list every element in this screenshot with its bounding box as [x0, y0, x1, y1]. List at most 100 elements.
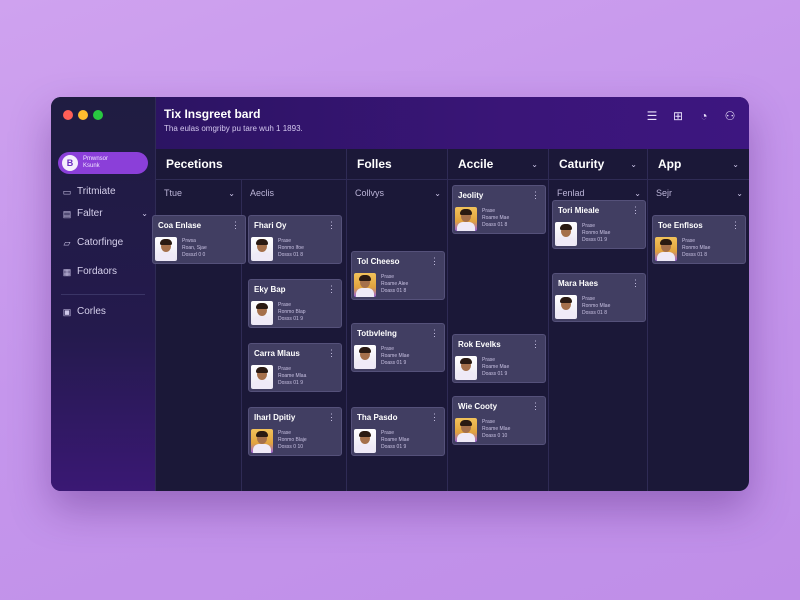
board-column: Sejr ⌄ Toe Enflsos ⋮ Prase Ronmo Mlae Dosss 01… — [648, 180, 749, 491]
board-column: Aeclis Fhari Oy ⋮ Prase Ronmo Ifoe Dosss 01 8… — [242, 180, 347, 491]
chevron-down-icon: ⌄ — [634, 188, 641, 198]
card-title: Toe Enflsos — [658, 221, 703, 230]
card-title: Totbvlelng — [357, 329, 397, 338]
kanban-window: B Pmwnsor Ksunk ▭ Tritmiate ▤ Falter ⌄ ▱… — [51, 97, 749, 491]
sidebar-active-line2: Ksunk — [83, 163, 100, 169]
group-header-pecetions[interactable]: Pecetions — [156, 149, 347, 180]
card-detail: Doass 01 9 — [482, 371, 508, 377]
card-detail: Roan, Sjae — [182, 245, 207, 251]
member-card[interactable]: Tha Pasdo ⋮ Prase Roame Mlae Doass 01 9 — [351, 407, 445, 456]
more-options-icon[interactable]: ⋮ — [430, 328, 439, 339]
more-options-icon[interactable]: ⋮ — [327, 412, 336, 423]
avatar — [455, 356, 477, 380]
avatar — [354, 273, 376, 297]
avatar — [555, 295, 577, 319]
more-options-icon[interactable]: ⋮ — [531, 190, 540, 201]
card-detail: Doass 01 9 — [381, 360, 407, 366]
member-card[interactable]: Tol Cheeso ⋮ Prase Roame Alee Doass 01 8 — [351, 251, 445, 300]
clock-icon[interactable]: ◔ — [697, 109, 711, 123]
more-options-icon[interactable]: ⋮ — [327, 220, 336, 231]
card-detail: Dosss 01 9 — [278, 380, 304, 386]
card-title: Rok Evelks — [458, 340, 501, 349]
sidebar-item-tritmiate[interactable]: ▭ Tritmiate — [62, 186, 148, 197]
chevron-down-icon: ⌄ — [141, 209, 148, 218]
sidebar-item-catorfinge[interactable]: ▱ Catorfinge — [62, 237, 148, 248]
card-detail: Doass 01 9 — [381, 444, 407, 450]
column-header[interactable]: Collvys ⌄ — [355, 188, 441, 198]
avatar — [555, 222, 577, 246]
sidebar-item-falter[interactable]: ▤ Falter ⌄ — [62, 208, 148, 219]
more-options-icon[interactable]: ⋮ — [430, 256, 439, 267]
card-detail: Ronmo Mlae — [682, 245, 711, 251]
card-detail: Prase — [278, 366, 292, 372]
member-card[interactable]: Eky Bap ⋮ Prase Ronmo Blap Dosss 01 9 — [248, 279, 342, 328]
avatar — [354, 429, 376, 453]
more-options-icon[interactable]: ⋮ — [631, 278, 640, 289]
avatar — [155, 237, 177, 261]
page-subtitle: Tha eulas omgriby pu tare wuh 1 1893. — [164, 124, 303, 133]
card-title: Carra Mlaus — [254, 349, 300, 358]
card-detail: Ronmo Blap — [278, 309, 306, 315]
avatar — [251, 429, 273, 453]
member-card[interactable]: Rok Evelks ⋮ Prase Roame Mae Doass 01 9 — [452, 334, 546, 383]
sidebar-active-item[interactable]: B Pmwnsor Ksunk — [58, 152, 148, 174]
chevron-down-icon: ⌄ — [228, 188, 235, 198]
column-header[interactable]: Fenlad ⌄ — [557, 188, 641, 198]
gift-icon[interactable]: ⊞ — [671, 109, 685, 123]
member-card[interactable]: Coa Enlase ⋮ Prwsa Roan, Sjae Dosszl 0 0 — [152, 215, 246, 264]
more-options-icon[interactable]: ⋮ — [631, 205, 640, 216]
card-detail: Dosss 01 9 — [278, 316, 304, 322]
card-detail: Prase — [381, 346, 395, 352]
group-header-caturity[interactable]: Caturity ⌄ — [549, 149, 648, 180]
more-options-icon[interactable]: ⋮ — [231, 220, 240, 231]
sidebar-item-fordaors[interactable]: ▦ Fordaors — [62, 266, 148, 277]
member-card[interactable]: Totbvlelng ⋮ Prase Roame Mlae Doass 01 9 — [351, 323, 445, 372]
list-icon[interactable]: ☰ — [645, 109, 659, 123]
user-icon[interactable]: ⚇ — [723, 109, 737, 123]
card-detail: Prase — [278, 302, 292, 308]
column-header[interactable]: Sejr ⌄ — [656, 188, 743, 198]
column-header-label: Collvys — [355, 188, 385, 198]
member-card[interactable]: Iharl Dpitiy ⋮ Prase Ronmo Blaje Dosss 0 10 — [248, 407, 342, 456]
group-header-label: Accile — [458, 157, 494, 171]
card-detail: Ronmo Mlae — [582, 303, 611, 309]
card-detail: Prase — [682, 238, 696, 244]
avatar — [455, 207, 477, 231]
column-header[interactable]: Aeclis — [250, 188, 340, 198]
card-detail: Dosss 01 8 — [278, 252, 304, 258]
card-detail: Dosszl 0 0 — [182, 252, 206, 258]
group-header-app[interactable]: App ⌄ — [648, 149, 749, 180]
member-card[interactable]: Tori Mieale ⋮ Prase Ronmo Mlae Dosss 01 9 — [552, 200, 646, 249]
card-title: Wie Cooty — [458, 402, 498, 411]
card-detail: Prase — [381, 430, 395, 436]
folder-icon: ▱ — [63, 237, 71, 248]
maximize-window-button[interactable] — [93, 110, 103, 120]
member-card[interactable]: Wie Cooty ⋮ Prase Roame Mlae Doass 0 10 — [452, 396, 546, 445]
chevron-down-icon: ⌄ — [732, 159, 739, 169]
member-card[interactable]: Mara Haes ⋮ Prase Ronmo Mlae Dosss 01 8 — [552, 273, 646, 322]
more-options-icon[interactable]: ⋮ — [531, 401, 540, 412]
more-options-icon[interactable]: ⋮ — [327, 348, 336, 359]
group-header-accile[interactable]: Accile ⌄ — [448, 149, 549, 180]
page-title: Tix Insgreet bard — [164, 107, 261, 121]
more-options-icon[interactable]: ⋮ — [731, 220, 740, 231]
sidebar-item-corles[interactable]: ▣ Corles — [62, 306, 148, 317]
chevron-down-icon: ⌄ — [434, 188, 441, 198]
sidebar-item-label: Falter — [77, 208, 103, 219]
card-detail: Ronmo Blaje — [278, 437, 307, 443]
card-detail: Prase — [278, 430, 292, 436]
more-options-icon[interactable]: ⋮ — [430, 412, 439, 423]
member-card[interactable]: Carra Mlaus ⋮ Prase Roame Mlaa Dosss 01 9 — [248, 343, 342, 392]
more-options-icon[interactable]: ⋮ — [531, 339, 540, 350]
workspace-badge: B — [62, 155, 78, 171]
window-controls — [63, 110, 103, 120]
member-card[interactable]: Toe Enflsos ⋮ Prase Ronmo Mlae Dosss 01 8 — [652, 215, 746, 264]
member-card[interactable]: Jeolity ⋮ Prase Roame Mae Doass 01 8 — [452, 185, 546, 234]
column-header[interactable]: Ttue ⌄ — [164, 188, 235, 198]
card-detail: Dosss 0 10 — [278, 444, 304, 450]
more-options-icon[interactable]: ⋮ — [327, 284, 336, 295]
close-window-button[interactable] — [63, 110, 73, 120]
minimize-window-button[interactable] — [78, 110, 88, 120]
group-header-folles[interactable]: Folles — [347, 149, 448, 180]
member-card[interactable]: Fhari Oy ⋮ Prase Ronmo Ifoe Dosss 01 8 — [248, 215, 342, 264]
